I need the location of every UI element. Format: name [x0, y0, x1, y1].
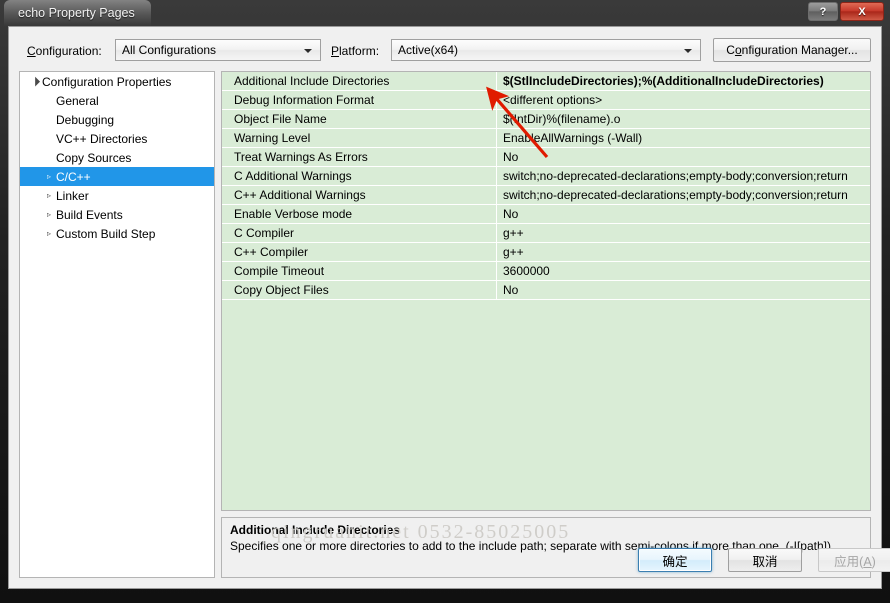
property-row[interactable]: Enable Verbose mode No — [222, 204, 870, 224]
configuration-manager-button[interactable]: Configuration Manager... — [713, 38, 871, 62]
property-name: Debug Information Format — [234, 93, 375, 107]
tree-item-label: Custom Build Step — [56, 226, 156, 241]
configuration-tree[interactable]: ◢ Configuration Properties General Debuggin… — [19, 71, 215, 578]
window-title: echo Property Pages — [4, 0, 151, 26]
tree-item-linker[interactable]: ▹ Linker — [20, 186, 214, 205]
apply-button[interactable]: 应用(A) — [818, 548, 890, 572]
property-row[interactable]: Debug Information Format <different optio… — [222, 90, 870, 110]
property-row[interactable]: Additional Include Directories $(StlInclu… — [222, 72, 870, 91]
property-name: C++ Additional Warnings — [234, 188, 366, 202]
close-icon: X — [858, 5, 866, 18]
apply-button-tail: ) — [871, 554, 876, 569]
property-row[interactable]: Warning Level EnableAllWarnings (-Wall) — [222, 128, 870, 148]
property-name: Treat Warnings As Errors — [234, 150, 368, 164]
tree-item-label: VC++ Directories — [56, 131, 148, 146]
tree-item-vc-directories[interactable]: VC++ Directories — [20, 129, 214, 148]
property-value[interactable]: g++ — [497, 226, 870, 240]
property-value[interactable]: EnableAllWarnings (-Wall) — [497, 131, 870, 145]
configuration-toolbar: Configuration: All Configurations Platfo… — [9, 27, 881, 71]
property-pages-window: echo Property Pages ? X Configuration: A… — [0, 0, 890, 603]
configuration-accel: C — [27, 44, 36, 58]
tree-item-copy-sources[interactable]: Copy Sources — [20, 148, 214, 167]
twisty-collapsed-icon[interactable]: ▹ — [42, 224, 56, 243]
property-name: C Additional Warnings — [234, 169, 352, 183]
twisty-collapsed-icon[interactable]: ▹ — [42, 186, 56, 205]
ok-button[interactable]: 确定 — [638, 548, 712, 572]
close-button[interactable]: X — [840, 2, 884, 21]
property-grid-rows: Additional Include Directories $(StlInclu… — [222, 72, 870, 300]
cancel-button[interactable]: 取消 — [728, 548, 802, 572]
property-name: Copy Object Files — [234, 283, 329, 297]
chevron-down-icon — [684, 49, 692, 53]
tree-item-label: Configuration Properties — [42, 74, 172, 89]
property-value[interactable]: 3600000 — [497, 264, 870, 278]
property-name: Enable Verbose mode — [234, 207, 353, 221]
tree-item-c-c[interactable]: ▹ C/C++ — [20, 167, 214, 186]
apply-button-accel: A — [863, 554, 872, 569]
tree-item-build-events[interactable]: ▹ Build Events — [20, 205, 214, 224]
tree-item-label: Copy Sources — [56, 150, 132, 165]
title-bar: echo Property Pages ? X — [0, 0, 890, 26]
platform-dropdown[interactable]: Active(x64) — [391, 39, 701, 61]
property-row[interactable]: C++ Compiler g++ — [222, 242, 870, 262]
property-row[interactable]: C Additional Warnings switch;no-deprecate… — [222, 166, 870, 186]
tree-item-label: General — [56, 93, 99, 108]
tree-item-label: C/C++ — [56, 169, 91, 184]
tree-item-configuration-properties[interactable]: ◢ Configuration Properties — [20, 72, 214, 91]
configuration-dropdown[interactable]: All Configurations — [115, 39, 321, 61]
apply-button-label: 应用(A) — [834, 551, 876, 570]
configuration-label: Configuration: — [27, 44, 102, 58]
property-grid-empty-area — [222, 319, 870, 510]
tree-item-custom-build-step[interactable]: ▹ Custom Build Step — [20, 224, 214, 243]
property-name: Warning Level — [234, 131, 311, 145]
apply-button-text: 应用( — [834, 554, 864, 569]
configuration-manager-label: Configuration Manager... — [726, 43, 858, 57]
twisty-collapsed-icon[interactable]: ▹ — [42, 205, 56, 224]
tree-item-label: Build Events — [56, 207, 123, 222]
property-value[interactable]: switch;no-deprecated-declarations;empty-… — [497, 188, 870, 202]
property-value[interactable]: No — [497, 207, 870, 221]
tree-item-label: Debugging — [56, 112, 115, 127]
property-value[interactable]: $(IntDir)%(filename).o — [497, 112, 870, 126]
help-button[interactable]: ? — [808, 2, 838, 21]
property-name: Compile Timeout — [234, 264, 325, 278]
platform-accel: P — [331, 44, 340, 58]
description-title: Additional Include Directories — [230, 523, 401, 537]
property-name: Additional Include Directories — [234, 74, 390, 88]
property-name: C Compiler — [234, 226, 295, 240]
property-row[interactable]: Compile Timeout 3600000 — [222, 261, 870, 281]
twisty-collapsed-icon[interactable]: ▹ — [42, 167, 56, 186]
property-grid[interactable]: Additional Include Directories $(StlInclu… — [221, 71, 871, 511]
help-icon: ? — [819, 5, 827, 18]
property-row[interactable]: Object File Name $(IntDir)%(filename).o — [222, 109, 870, 129]
property-value[interactable]: g++ — [497, 245, 870, 259]
property-row[interactable]: C Compiler g++ — [222, 223, 870, 243]
property-name: C++ Compiler — [234, 245, 309, 259]
property-row[interactable]: Copy Object Files No — [222, 280, 870, 300]
property-row[interactable]: Treat Warnings As Errors No — [222, 147, 870, 167]
property-value[interactable]: switch;no-deprecated-declarations;empty-… — [497, 169, 870, 183]
tree-item-label: Linker — [56, 188, 89, 203]
property-name: Object File Name — [234, 112, 327, 126]
property-value[interactable]: <different options> — [497, 93, 870, 107]
cancel-button-label: 取消 — [752, 554, 778, 569]
tree-item-general[interactable]: General — [20, 91, 214, 110]
property-value[interactable]: $(StlIncludeDirectories);%(AdditionalInc… — [497, 74, 870, 88]
platform-label: Platform: — [331, 44, 380, 58]
ok-button-label: 确定 — [662, 554, 688, 569]
tree-item-debugging[interactable]: Debugging — [20, 110, 214, 129]
configuration-manager-accel: o — [734, 43, 742, 57]
dialog-client-area: Configuration: All Configurations Platfo… — [8, 26, 890, 589]
platform-value: Active(x64) — [398, 43, 459, 57]
configuration-value: All Configurations — [122, 43, 217, 57]
property-value[interactable]: No — [497, 150, 870, 164]
property-row[interactable]: C++ Additional Warnings switch;no-depreca… — [222, 185, 870, 205]
chevron-down-icon — [304, 49, 312, 53]
property-value[interactable]: No — [497, 283, 870, 297]
